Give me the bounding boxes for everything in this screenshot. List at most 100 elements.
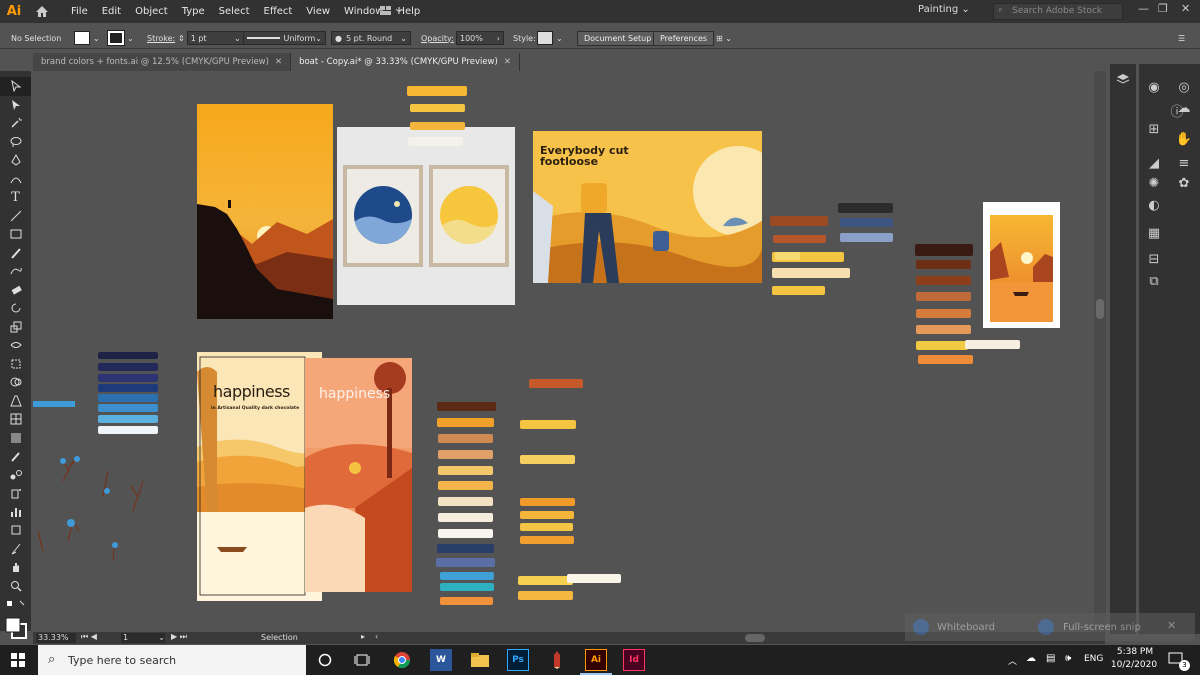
palette-swatch[interactable] <box>98 374 158 382</box>
rectangle-tool-icon[interactable] <box>0 225 31 244</box>
palette-swatch[interactable] <box>770 216 828 226</box>
appearance-icon[interactable]: ◎ <box>1173 80 1195 100</box>
clock-date[interactable]: 10/2/2020 <box>1108 660 1160 670</box>
transform-options-icon[interactable]: ⊞ ⌄ <box>716 31 732 45</box>
close-overlay-icon[interactable]: ✕ <box>1167 619 1176 632</box>
gradient-tool-icon[interactable] <box>0 429 31 448</box>
palette-swatch[interactable] <box>916 325 971 334</box>
zoom-tool-icon[interactable] <box>0 577 31 596</box>
palette-swatch[interactable] <box>840 233 893 242</box>
close-window-icon[interactable]: ✕ <box>1181 2 1190 15</box>
paintbrush-tool-icon[interactable] <box>0 244 31 263</box>
palette-swatch[interactable] <box>916 341 968 350</box>
stroke-label[interactable]: Stroke: <box>147 31 175 45</box>
status-menu-icon[interactable]: ▸ <box>361 632 365 641</box>
menu-effect[interactable]: Effect <box>257 6 300 17</box>
artwork-hiker-poster[interactable]: Everybody cut footloose <box>533 131 762 283</box>
snip-icon[interactable] <box>1038 619 1054 635</box>
palette-swatch[interactable] <box>775 252 800 260</box>
menu-object[interactable]: Object <box>128 6 175 17</box>
properties-icon[interactable]: ◉ <box>1143 80 1165 100</box>
onedrive-icon[interactable]: ☁ <box>1026 653 1036 664</box>
minimize-icon[interactable]: — <box>1138 2 1149 15</box>
direct-selection-tool-icon[interactable] <box>0 96 31 115</box>
whiteboard-icon[interactable] <box>913 619 929 635</box>
pencil-app-icon[interactable] <box>546 649 568 671</box>
hand-tool-icon[interactable] <box>0 558 31 577</box>
artwork-happiness-packaging-2[interactable]: happiness <box>305 358 412 592</box>
menu-edit[interactable]: Edit <box>95 6 128 17</box>
artboards-icon[interactable]: ⧉ <box>1143 274 1165 294</box>
palette-swatch[interactable] <box>916 292 971 301</box>
magic-wand-tool-icon[interactable] <box>0 114 31 133</box>
stock-search-input[interactable]: ⌕ Search Adobe Stock <box>993 3 1123 20</box>
palette-swatch[interactable] <box>438 513 493 522</box>
preferences-button[interactable]: Preferences <box>653 30 715 46</box>
prev-artboard-icon[interactable]: ⏮ ◀ <box>81 632 97 642</box>
brushes-icon[interactable]: ✿ <box>1173 176 1195 196</box>
palette-swatch[interactable] <box>840 218 893 227</box>
palette-swatch[interactable] <box>98 384 158 392</box>
graphic-styles-icon[interactable]: ▦ <box>1143 226 1165 246</box>
color-guide-icon[interactable]: ✺ <box>1143 176 1165 196</box>
palette-swatch[interactable] <box>438 481 493 490</box>
palette-swatch[interactable] <box>407 86 467 96</box>
fill-swatch[interactable]: ⌄ <box>74 31 100 45</box>
windows-start-icon[interactable] <box>11 653 25 670</box>
palette-swatch[interactable] <box>916 276 971 285</box>
artwork-boat-sunset[interactable] <box>983 202 1060 328</box>
opacity-label[interactable]: Opacity: <box>421 31 454 45</box>
slice-tool-icon[interactable] <box>0 540 31 559</box>
palette-swatch[interactable] <box>520 455 575 464</box>
pen-tool-icon[interactable] <box>0 151 31 170</box>
scroll-left-icon[interactable]: ‹ <box>375 632 378 641</box>
perspective-grid-tool-icon[interactable] <box>0 392 31 411</box>
scale-tool-icon[interactable] <box>0 318 31 337</box>
palette-swatch[interactable] <box>916 260 971 269</box>
palette-swatch[interactable] <box>440 572 494 580</box>
width-tool-icon[interactable] <box>0 336 31 355</box>
palette-swatch[interactable] <box>98 404 158 412</box>
palette-swatch[interactable] <box>520 511 574 519</box>
artboard-number-field[interactable]: 1 ⌄ <box>121 633 165 643</box>
palette-swatch[interactable] <box>437 402 496 411</box>
palette-swatch[interactable] <box>518 591 573 600</box>
palette-swatch[interactable] <box>98 352 158 359</box>
whiteboard-label[interactable]: Whiteboard <box>937 622 995 633</box>
home-icon[interactable] <box>30 0 54 23</box>
palette-swatch[interactable] <box>410 122 465 130</box>
align-icon[interactable]: ⊟ <box>1143 252 1165 272</box>
eraser-tool-icon[interactable] <box>0 281 31 300</box>
palette-swatch[interactable] <box>438 450 493 459</box>
opacity-field[interactable]: 100% › <box>456 31 504 45</box>
close-tab-icon[interactable]: ✕ <box>504 57 511 67</box>
palette-swatch[interactable] <box>520 523 573 531</box>
mesh-tool-icon[interactable] <box>0 410 31 429</box>
palette-swatch[interactable] <box>520 498 575 506</box>
tab-brand-colors[interactable]: brand colors + fonts.ai @ 12.5% (CMYK/GP… <box>33 53 292 71</box>
cc-libraries-icon[interactable]: ☁ <box>1173 101 1195 121</box>
swatch-blue-strip[interactable] <box>33 401 75 407</box>
photoshop-icon[interactable]: Ps <box>507 649 529 671</box>
transparency-icon[interactable]: ◐ <box>1143 198 1165 218</box>
layers-icon[interactable] <box>1110 68 1136 90</box>
symbol-sprayer-tool-icon[interactable] <box>0 484 31 503</box>
selection-tool-icon[interactable] <box>0 77 31 96</box>
swap-fill-stroke-icon[interactable] <box>0 595 31 614</box>
palette-swatch[interactable] <box>916 309 971 318</box>
lasso-tool-icon[interactable] <box>0 133 31 152</box>
artwork-mountain-silhouette[interactable] <box>197 104 333 319</box>
palette-swatch[interactable] <box>438 529 493 538</box>
palette-swatch[interactable] <box>436 558 495 567</box>
palette-swatch[interactable] <box>438 466 493 475</box>
chrome-icon[interactable] <box>391 649 413 671</box>
volume-icon[interactable]: 🕪 <box>1065 653 1071 664</box>
panel-menu-icon[interactable]: ☰ <box>1178 31 1185 45</box>
stroke-profile-dropdown[interactable]: Uniform ⌄ <box>243 31 326 45</box>
palette-swatch[interactable] <box>98 394 158 402</box>
palette-swatch[interactable] <box>438 497 493 506</box>
clock-time[interactable]: 5:38 PM <box>1112 647 1158 657</box>
stroke-panel-icon[interactable]: ≡ <box>1173 156 1195 176</box>
palette-swatch[interactable] <box>438 434 493 443</box>
palette-swatch[interactable] <box>772 268 850 278</box>
